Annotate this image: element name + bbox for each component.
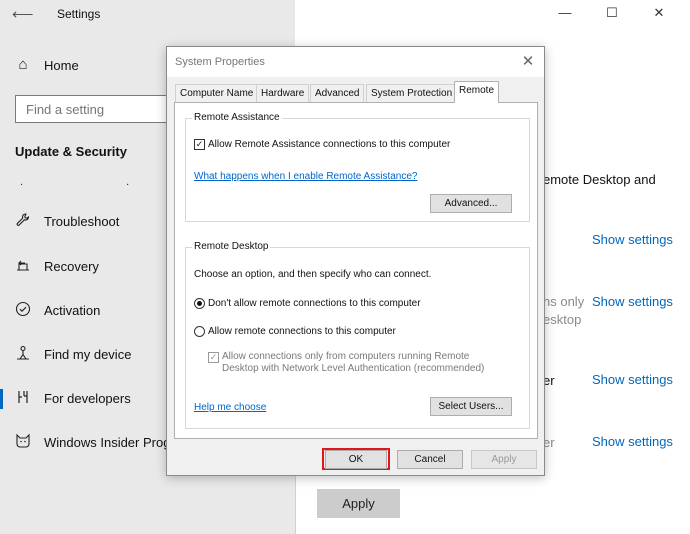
ok-button[interactable]: OK: [325, 450, 387, 469]
section-heading: Update & Security: [15, 144, 127, 159]
remote-desktop-text: emote Desktop and: [543, 172, 656, 187]
help-me-choose-link[interactable]: Help me choose: [194, 402, 266, 413]
select-users-button[interactable]: Select Users...: [430, 397, 512, 416]
remote-desktop-group: Remote Desktop Choose an option, and the…: [185, 241, 530, 429]
maximize-icon[interactable]: ☐: [597, 3, 627, 23]
group-title: Remote Assistance: [192, 112, 282, 123]
wrench-icon: [14, 212, 32, 230]
person-locate-icon: [14, 345, 32, 363]
show-settings-link[interactable]: Show settings: [592, 434, 673, 449]
home-icon: ⌂: [18, 56, 28, 73]
back-arrow-icon[interactable]: ⟵: [12, 5, 34, 23]
tab-hardware[interactable]: Hardware: [256, 84, 310, 102]
sidebar-item-label: Recovery: [44, 259, 99, 274]
partial-text: ns only: [543, 294, 585, 309]
tab-remote[interactable]: Remote: [454, 81, 500, 103]
settings-title: Settings: [57, 7, 101, 21]
sidebar-item-label: Troubleshoot: [44, 214, 120, 229]
search-input[interactable]: [16, 96, 184, 122]
dialog-apply-button: Apply: [471, 450, 537, 469]
window-controls: — ☐ ✕: [550, 0, 690, 26]
allow-remote-label[interactable]: Allow remote connections to this compute…: [208, 326, 396, 337]
advanced-button[interactable]: Advanced...: [430, 194, 512, 213]
insider-cat-icon: [14, 433, 32, 451]
minimize-icon[interactable]: —: [550, 3, 580, 23]
sidebar-item-label: For developers: [44, 391, 131, 406]
group-title: Remote Desktop: [192, 241, 271, 252]
cancel-button[interactable]: Cancel: [397, 450, 463, 469]
allow-remote-radio[interactable]: [194, 326, 205, 337]
section-dots: . .: [20, 176, 180, 188]
recovery-icon: [14, 257, 32, 275]
dialog-title: System Properties: [175, 56, 265, 68]
remote-assistance-group: Remote Assistance ✓ Allow Remote Assista…: [185, 112, 530, 222]
close-icon[interactable]: ✕: [518, 52, 538, 72]
dont-allow-label[interactable]: Don't allow remote connections to this c…: [208, 298, 421, 309]
allow-remote-assistance-checkbox[interactable]: ✓: [194, 139, 205, 150]
dialog-titlebar[interactable]: System Properties ✕: [167, 47, 544, 77]
tab-advanced[interactable]: Advanced: [310, 84, 365, 102]
remote-desktop-instruction: Choose an option, and then specify who c…: [194, 269, 432, 280]
radio-selected-dot: [197, 301, 202, 306]
partial-text: esktop: [543, 312, 582, 327]
settings-apply-button[interactable]: Apply: [317, 489, 400, 518]
sidebar-item-label: Find my device: [44, 347, 132, 362]
show-settings-link[interactable]: Show settings: [592, 372, 673, 387]
sidebar-item-label: Windows Insider Prog: [44, 435, 171, 450]
remote-assistance-help-link[interactable]: What happens when I enable Remote Assist…: [194, 171, 417, 182]
allow-remote-assistance-label[interactable]: Allow Remote Assistance connections to t…: [208, 139, 450, 150]
nla-checkbox: ✓: [208, 352, 219, 363]
show-settings-link[interactable]: Show settings: [592, 232, 673, 247]
developer-icon: [14, 389, 32, 407]
show-settings-link[interactable]: Show settings: [592, 294, 673, 309]
dont-allow-radio[interactable]: [194, 298, 205, 309]
check-circle-icon: [14, 301, 32, 319]
sidebar-item-label: Activation: [44, 303, 101, 318]
close-window-icon[interactable]: ✕: [644, 3, 674, 23]
system-properties-dialog: System Properties ✕ Computer Name Hardwa…: [166, 46, 545, 476]
tab-system-protection[interactable]: System Protection: [366, 84, 458, 102]
tab-panel-remote: Remote Assistance ✓ Allow Remote Assista…: [174, 102, 538, 439]
tab-computer-name[interactable]: Computer Name: [175, 84, 259, 102]
nla-label: Allow connections only from computers ru…: [222, 351, 485, 374]
sidebar-item-label: Home: [44, 58, 79, 73]
search-box[interactable]: [15, 95, 185, 123]
